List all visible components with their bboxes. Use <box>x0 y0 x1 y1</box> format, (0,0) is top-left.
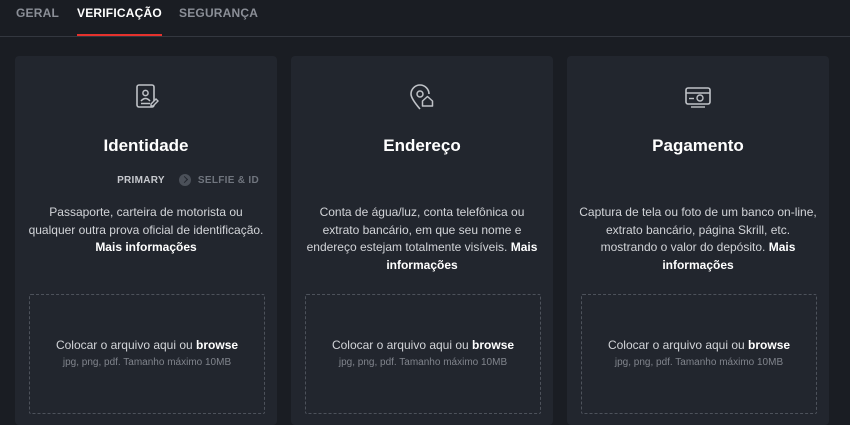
description-text: Passaporte, carteira de motorista ou qua… <box>28 205 264 237</box>
step-selfie-id: SELFIE & ID <box>197 174 259 186</box>
address-location-icon <box>410 84 434 110</box>
card-title: Pagamento <box>652 136 744 155</box>
tab-seguranca[interactable]: SEGURANÇA <box>179 6 258 35</box>
upload-text: Colocar o arquivo aqui ou <box>607 338 745 352</box>
payment-card: Pagamento Captura de tela ou foto de um … <box>567 56 829 425</box>
upload-text: Colocar o arquivo aqui ou <box>331 338 469 352</box>
tab-geral[interactable]: GERAL <box>16 6 59 35</box>
card-title: Endereço <box>383 136 461 155</box>
card-description: Passaporte, carteira de motorista ou qua… <box>27 204 265 257</box>
more-info-link[interactable]: Mais informações <box>95 240 196 254</box>
verification-steps: PRIMARY SELFIE & ID <box>117 173 259 187</box>
payment-card-icon <box>685 87 711 108</box>
browse-link[interactable]: browse <box>472 338 514 352</box>
upload-dropzone[interactable]: Colocar o arquivo aqui ou browse jpg, pn… <box>29 294 265 414</box>
tab-bar: GERAL VERIFICAÇÃO SEGURANÇA <box>0 0 850 37</box>
upload-dropzone[interactable]: Colocar o arquivo aqui ou browse jpg, pn… <box>581 294 817 414</box>
id-document-icon <box>136 84 159 108</box>
card-description: Conta de água/luz, conta telefônica ou e… <box>303 204 541 274</box>
upload-hint: jpg, png, pdf. Tamanho máximo 10MB <box>338 357 508 368</box>
card-title: Identidade <box>103 136 189 155</box>
upload-prompt: Colocar o arquivo aqui ou browse <box>30 338 264 352</box>
tab-verificacao[interactable]: VERIFICAÇÃO <box>77 6 162 36</box>
card-description: Captura de tela ou foto de um banco on-l… <box>579 204 817 274</box>
chevron-right-icon <box>178 174 191 186</box>
description-text: Conta de água/luz, conta telefônica ou e… <box>306 205 525 254</box>
browse-link[interactable]: browse <box>748 338 790 352</box>
upload-text: Colocar o arquivo aqui ou <box>55 338 193 352</box>
step-primary: PRIMARY <box>117 174 165 186</box>
identity-card: Identidade PRIMARY SELFIE & ID Passaport… <box>15 56 277 425</box>
upload-hint: jpg, png, pdf. Tamanho máximo 10MB <box>614 357 784 368</box>
browse-link[interactable]: browse <box>196 338 238 352</box>
address-card: Endereço Conta de água/luz, conta telefô… <box>291 56 553 425</box>
upload-prompt: Colocar o arquivo aqui ou browse <box>582 338 816 352</box>
upload-prompt: Colocar o arquivo aqui ou browse <box>306 338 540 352</box>
upload-dropzone[interactable]: Colocar o arquivo aqui ou browse jpg, pn… <box>305 294 541 414</box>
upload-hint: jpg, png, pdf. Tamanho máximo 10MB <box>62 357 232 368</box>
